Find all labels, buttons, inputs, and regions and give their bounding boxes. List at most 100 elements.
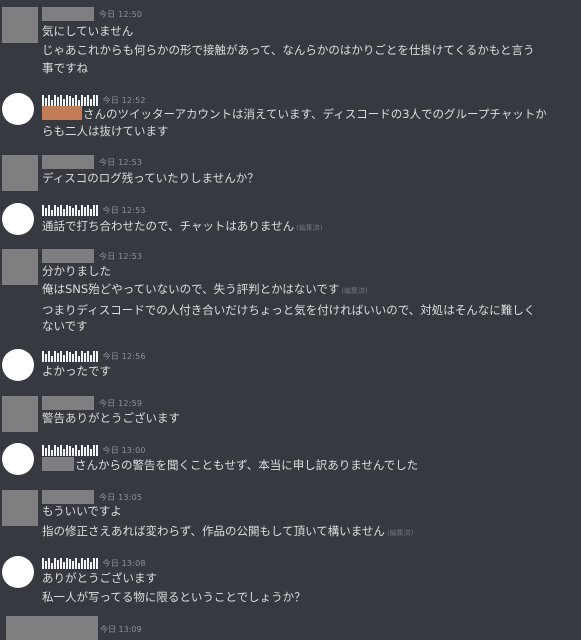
name-glyph-bar bbox=[57, 96, 59, 106]
name-glyph-bar bbox=[42, 350, 44, 362]
name-glyph-bar bbox=[87, 204, 89, 216]
name-glyph-bar bbox=[45, 207, 47, 216]
message-line: ないです bbox=[42, 319, 88, 333]
name-glyph-bar bbox=[93, 350, 95, 362]
message-meta: 今日 12:53 bbox=[42, 249, 142, 263]
name-glyph-bar bbox=[60, 350, 62, 362]
name-glyph-bar bbox=[96, 350, 98, 362]
name-glyph-bar bbox=[78, 562, 80, 569]
name-glyph-bar bbox=[90, 448, 92, 456]
message-meta: 今日 12:53 bbox=[42, 203, 146, 217]
timestamp: 今日 12:59 bbox=[99, 398, 143, 408]
name-glyph-bar bbox=[84, 559, 86, 569]
timestamp: 今日 12:53 bbox=[102, 205, 146, 215]
message-line: もういいですよ bbox=[42, 504, 122, 518]
message-line: らも二人は抜けています bbox=[42, 124, 169, 138]
name-glyph-bar bbox=[78, 209, 80, 216]
message-line: ディスコのログ残っていたりしませんか？ bbox=[42, 171, 259, 185]
avatar-default[interactable] bbox=[2, 349, 34, 381]
name-glyph-bar bbox=[87, 444, 89, 456]
message-line: 私一人が写ってる物に限るということでしょうか？ bbox=[42, 590, 306, 604]
message-line: 通話で打ち合わせたので、チャットはありません (編集済) bbox=[42, 218, 562, 236]
name-glyph-bar bbox=[66, 204, 68, 216]
name-glyph-bar bbox=[57, 206, 59, 216]
name-glyph-bar bbox=[75, 557, 77, 569]
name-glyph-bar bbox=[96, 94, 98, 106]
avatar-default[interactable] bbox=[2, 93, 34, 125]
timestamp: 今日 13:05 bbox=[99, 492, 143, 502]
author-redacted[interactable] bbox=[42, 490, 94, 504]
message-line: ありがとうございます bbox=[42, 571, 157, 585]
timestamp: 今日 12:56 bbox=[102, 351, 146, 361]
name-glyph-bar bbox=[54, 350, 56, 362]
name-glyph-bar bbox=[78, 355, 80, 362]
name-glyph-bar bbox=[42, 444, 44, 456]
message-line: さんからの警告を聞くこともせず、本当に申し訳ありませんでした bbox=[42, 457, 562, 473]
author-redacted[interactable] bbox=[42, 396, 94, 410]
avatar-default[interactable] bbox=[2, 443, 34, 475]
name-glyph-bar bbox=[60, 94, 62, 106]
redacted-name-mask bbox=[42, 457, 74, 471]
name-glyph-bar bbox=[57, 446, 59, 456]
name-glyph-bar bbox=[96, 444, 98, 456]
name-glyph-bar bbox=[96, 557, 98, 569]
avatar-default[interactable] bbox=[2, 556, 34, 588]
avatar-redacted[interactable] bbox=[2, 7, 38, 43]
author-redacted[interactable] bbox=[42, 7, 94, 21]
redacted-name-mask bbox=[42, 106, 82, 120]
name-glyph-bar bbox=[57, 559, 59, 569]
name-glyph-bar bbox=[66, 350, 68, 362]
author-name-illegible[interactable] bbox=[42, 350, 98, 362]
name-glyph-bar bbox=[81, 444, 83, 456]
avatar-redacted[interactable] bbox=[2, 249, 38, 285]
name-glyph-bar bbox=[93, 94, 95, 106]
avatar-redacted[interactable] bbox=[2, 155, 38, 191]
name-glyph-bar bbox=[45, 560, 47, 569]
avatar-redacted[interactable] bbox=[2, 490, 38, 526]
edited-label: (編集済) bbox=[296, 224, 323, 232]
timestamp: 今日 13:09 bbox=[100, 625, 142, 634]
author-name-illegible[interactable] bbox=[42, 94, 98, 106]
name-glyph-bar bbox=[87, 94, 89, 106]
name-glyph-bar bbox=[63, 561, 65, 569]
name-glyph-bar bbox=[90, 208, 92, 216]
message-line: 気にしていません bbox=[42, 24, 134, 38]
avatar-redacted[interactable] bbox=[2, 396, 38, 432]
author-redacted[interactable] bbox=[6, 616, 98, 640]
name-glyph-bar bbox=[48, 557, 50, 569]
name-glyph-bar bbox=[48, 204, 50, 216]
name-glyph-bar bbox=[93, 557, 95, 569]
name-glyph-bar bbox=[84, 206, 86, 216]
name-glyph-bar bbox=[84, 352, 86, 362]
name-glyph-bar bbox=[90, 561, 92, 569]
message-line: 俺はSNS殆どやっていないので、失う評判とかはないです (編集済) bbox=[42, 281, 562, 299]
name-glyph-bar bbox=[51, 209, 53, 216]
author-redacted[interactable] bbox=[42, 249, 94, 263]
name-glyph-bar bbox=[69, 445, 71, 456]
name-glyph-bar bbox=[51, 99, 53, 106]
avatar-default[interactable] bbox=[2, 203, 34, 235]
name-glyph-bar bbox=[45, 447, 47, 456]
name-glyph-bar bbox=[48, 444, 50, 456]
message-text: 通話で打ち合わせたので、チャットはありません bbox=[42, 219, 295, 233]
name-glyph-bar bbox=[72, 353, 74, 362]
name-glyph-bar bbox=[51, 562, 53, 569]
author-redacted[interactable] bbox=[42, 155, 94, 169]
name-glyph-bar bbox=[51, 355, 53, 362]
message-line: 警告ありがとうございます bbox=[42, 411, 180, 425]
message-text: さんのツイッターアカウントは消えています、ディスコードの3人でのグループチャット… bbox=[83, 107, 547, 121]
author-name-illegible[interactable] bbox=[42, 444, 98, 456]
name-glyph-bar bbox=[75, 350, 77, 362]
author-name-illegible[interactable] bbox=[42, 557, 98, 569]
message-text: 指の修正さえあれば変わらず、作品の公開もして頂いて構いません bbox=[42, 524, 385, 538]
message-meta: 今日 12:52 bbox=[42, 93, 146, 107]
name-glyph-bar bbox=[72, 207, 74, 216]
name-glyph-bar bbox=[63, 98, 65, 106]
timestamp: 今日 12:52 bbox=[102, 95, 146, 105]
name-glyph-bar bbox=[57, 352, 59, 362]
name-glyph-bar bbox=[66, 94, 68, 106]
author-name-illegible[interactable] bbox=[42, 204, 98, 216]
name-glyph-bar bbox=[48, 94, 50, 106]
name-glyph-bar bbox=[69, 351, 71, 362]
edited-label: (編集済) bbox=[386, 529, 414, 537]
